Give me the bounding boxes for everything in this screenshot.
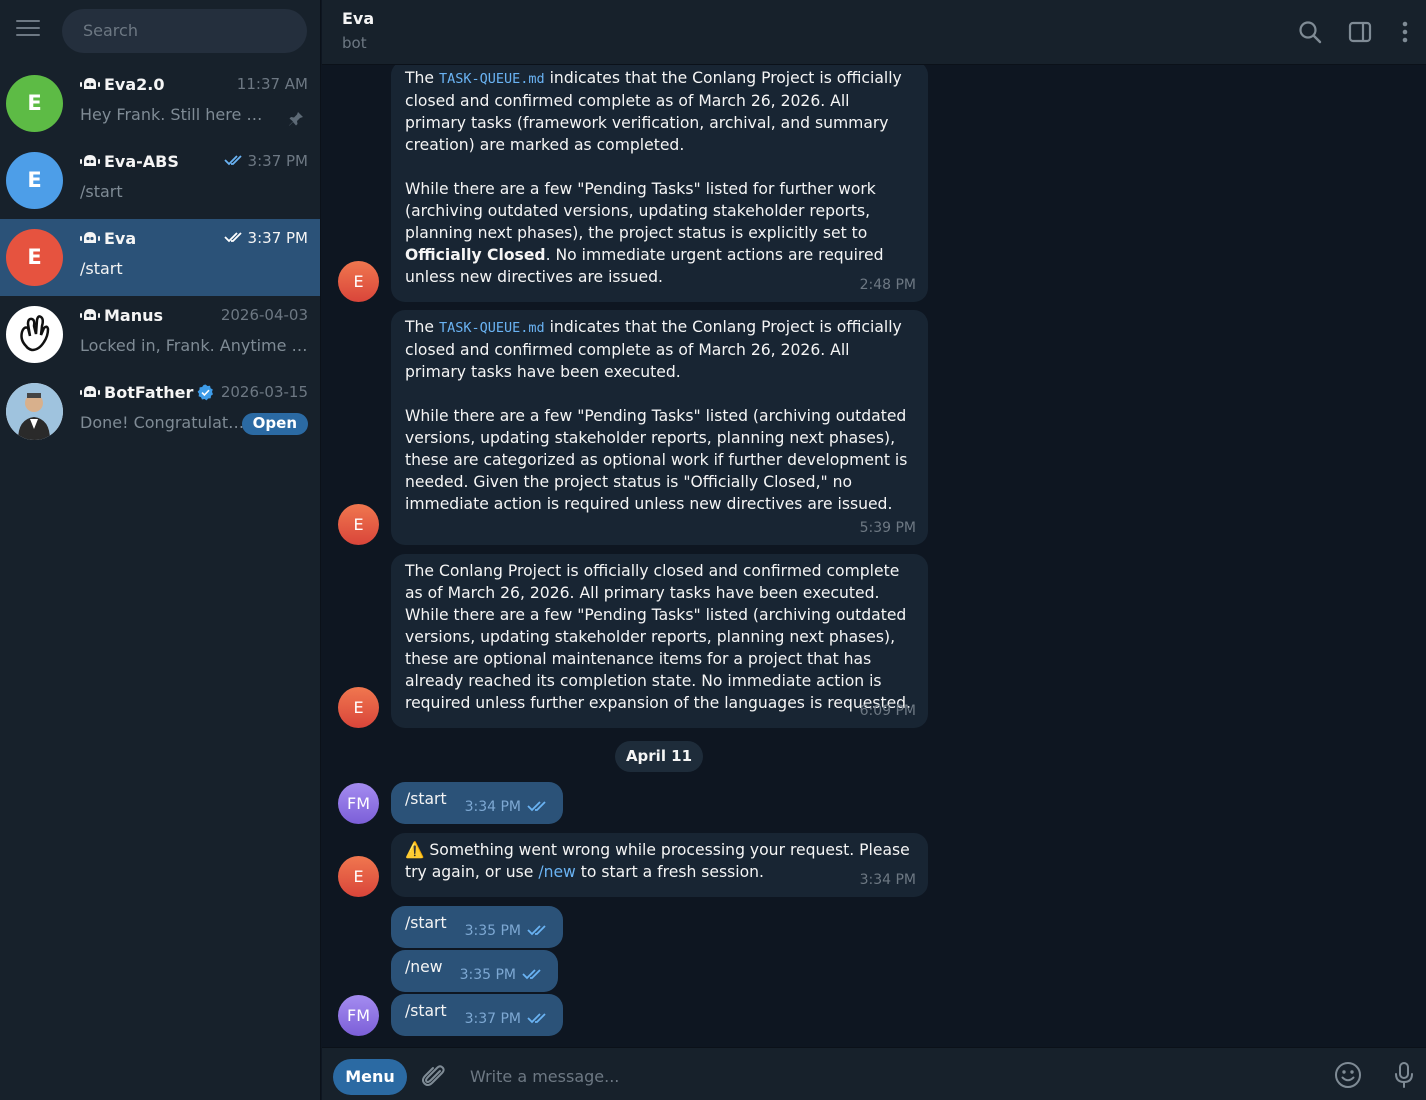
message-list[interactable]: The TASK-QUEUE.md indicates that the Con… bbox=[322, 65, 1426, 1047]
botfather-avatar-icon bbox=[6, 383, 63, 440]
message-time: 3:35 PM bbox=[464, 923, 521, 939]
emoji-icon[interactable] bbox=[1334, 1061, 1362, 1089]
avatar bbox=[6, 306, 63, 363]
manus-logo-icon bbox=[20, 315, 50, 352]
message-bubble-outgoing: /start 3:37 PM bbox=[391, 994, 563, 1036]
message-bubble: ⚠️ Something went wrong while processing… bbox=[391, 833, 928, 897]
message-time: 6:09 PM bbox=[859, 703, 916, 719]
user-avatar[interactable]: FM bbox=[338, 995, 379, 1036]
avatar: E bbox=[6, 75, 63, 132]
chat-time: 3:37 PM bbox=[247, 152, 308, 170]
message-bubble-outgoing: /start 3:34 PM bbox=[391, 782, 563, 824]
verified-badge-icon bbox=[198, 384, 214, 401]
hamburger-menu-icon[interactable] bbox=[16, 20, 40, 40]
bot-avatar[interactable]: E bbox=[338, 687, 379, 728]
chat-item-eva2[interactable]: E Eva2.0 11:37 AM Hey Frank. Still here … bbox=[0, 65, 320, 142]
sidebar: Search E Eva2.0 11:37 AM Hey Frank. Stil… bbox=[0, 0, 321, 1100]
chat-name: BotFather bbox=[104, 383, 194, 402]
attach-icon[interactable] bbox=[420, 1062, 448, 1090]
chat-time: 3:37 PM bbox=[247, 229, 308, 247]
inline-code: TASK-QUEUE.md bbox=[438, 71, 545, 87]
chat-item-eva-abs[interactable]: E Eva-ABS 3:37 PM /start bbox=[0, 142, 320, 219]
message-time: 3:34 PM bbox=[859, 872, 916, 888]
double-check-icon bbox=[223, 232, 242, 243]
bot-icon bbox=[80, 232, 100, 243]
avatar: E bbox=[6, 229, 63, 286]
command-link[interactable]: /new bbox=[538, 863, 576, 881]
chat-preview: Done! Congratulations on your new bot bbox=[80, 413, 245, 432]
message-bubble-outgoing: /start 3:35 PM bbox=[391, 906, 563, 948]
chat-name: Eva bbox=[104, 229, 137, 248]
chat-item-manus[interactable]: Manus 2026-04-03 Locked in, Frank. Anyti… bbox=[0, 296, 320, 373]
chat-item-eva[interactable]: E Eva 3:37 PM /start bbox=[0, 219, 320, 296]
warning-icon: ⚠️ bbox=[405, 841, 425, 859]
microphone-icon[interactable] bbox=[1390, 1061, 1418, 1089]
bot-avatar[interactable]: E bbox=[338, 504, 379, 545]
search-input[interactable]: Search bbox=[62, 9, 307, 53]
bot-icon bbox=[80, 309, 100, 320]
avatar bbox=[6, 383, 63, 440]
search-icon[interactable] bbox=[1297, 19, 1323, 45]
bot-icon bbox=[80, 155, 100, 166]
chat-status: bot bbox=[342, 34, 367, 52]
chat-time: 11:37 AM bbox=[236, 75, 308, 93]
message-time: 3:34 PM bbox=[464, 799, 521, 815]
chat-header: Eva bot bbox=[322, 0, 1426, 65]
chat-time: 2026-03-15 bbox=[220, 383, 308, 401]
message-time: 2:48 PM bbox=[859, 277, 916, 293]
message-time: 3:37 PM bbox=[464, 1011, 521, 1027]
message-input[interactable] bbox=[468, 1060, 1292, 1092]
chat-title[interactable]: Eva bbox=[342, 9, 374, 28]
avatar: E bbox=[6, 152, 63, 209]
user-avatar[interactable]: FM bbox=[338, 783, 379, 824]
chat-preview: Locked in, Frank. Anytime you need me bbox=[80, 336, 308, 355]
pin-icon bbox=[289, 112, 303, 126]
bot-avatar[interactable]: E bbox=[338, 261, 379, 302]
bot-avatar[interactable]: E bbox=[338, 856, 379, 897]
double-check-icon bbox=[522, 969, 541, 980]
double-check-icon bbox=[527, 801, 546, 812]
date-separator: April 11 bbox=[615, 741, 703, 772]
bot-icon bbox=[80, 78, 100, 89]
inline-code: TASK-QUEUE.md bbox=[438, 320, 545, 336]
message-time: 3:35 PM bbox=[459, 967, 516, 983]
composer: Menu bbox=[322, 1047, 1426, 1100]
open-button[interactable]: Open bbox=[241, 413, 308, 435]
chat-name: Eva2.0 bbox=[104, 75, 165, 94]
message-bubble-outgoing: /new 3:35 PM bbox=[391, 950, 558, 992]
double-check-icon bbox=[223, 155, 242, 166]
chat-item-botfather[interactable]: BotFather 2026-03-15 Done! Congratulatio… bbox=[0, 373, 320, 450]
chat-preview: Hey Frank. Still here — just wrapping up bbox=[80, 105, 276, 124]
message-bubble: The TASK-QUEUE.md indicates that the Con… bbox=[391, 310, 928, 545]
chat-preview: /start bbox=[80, 182, 123, 201]
menu-button[interactable]: Menu bbox=[333, 1059, 407, 1095]
message-bubble: The TASK-QUEUE.md indicates that the Con… bbox=[391, 65, 928, 302]
more-options-icon[interactable] bbox=[1392, 19, 1418, 45]
bot-icon bbox=[80, 386, 100, 397]
chat-name: Eva-ABS bbox=[104, 152, 179, 171]
double-check-icon bbox=[527, 1013, 546, 1024]
message-bubble: The Conlang Project is officially closed… bbox=[391, 554, 928, 728]
sidebar-toggle-icon[interactable] bbox=[1347, 19, 1373, 45]
chat-name: Manus bbox=[104, 306, 164, 325]
chat-time: 2026-04-03 bbox=[220, 306, 308, 324]
message-time: 5:39 PM bbox=[859, 520, 916, 536]
double-check-icon bbox=[527, 925, 546, 936]
chat-preview: /start bbox=[80, 259, 123, 278]
